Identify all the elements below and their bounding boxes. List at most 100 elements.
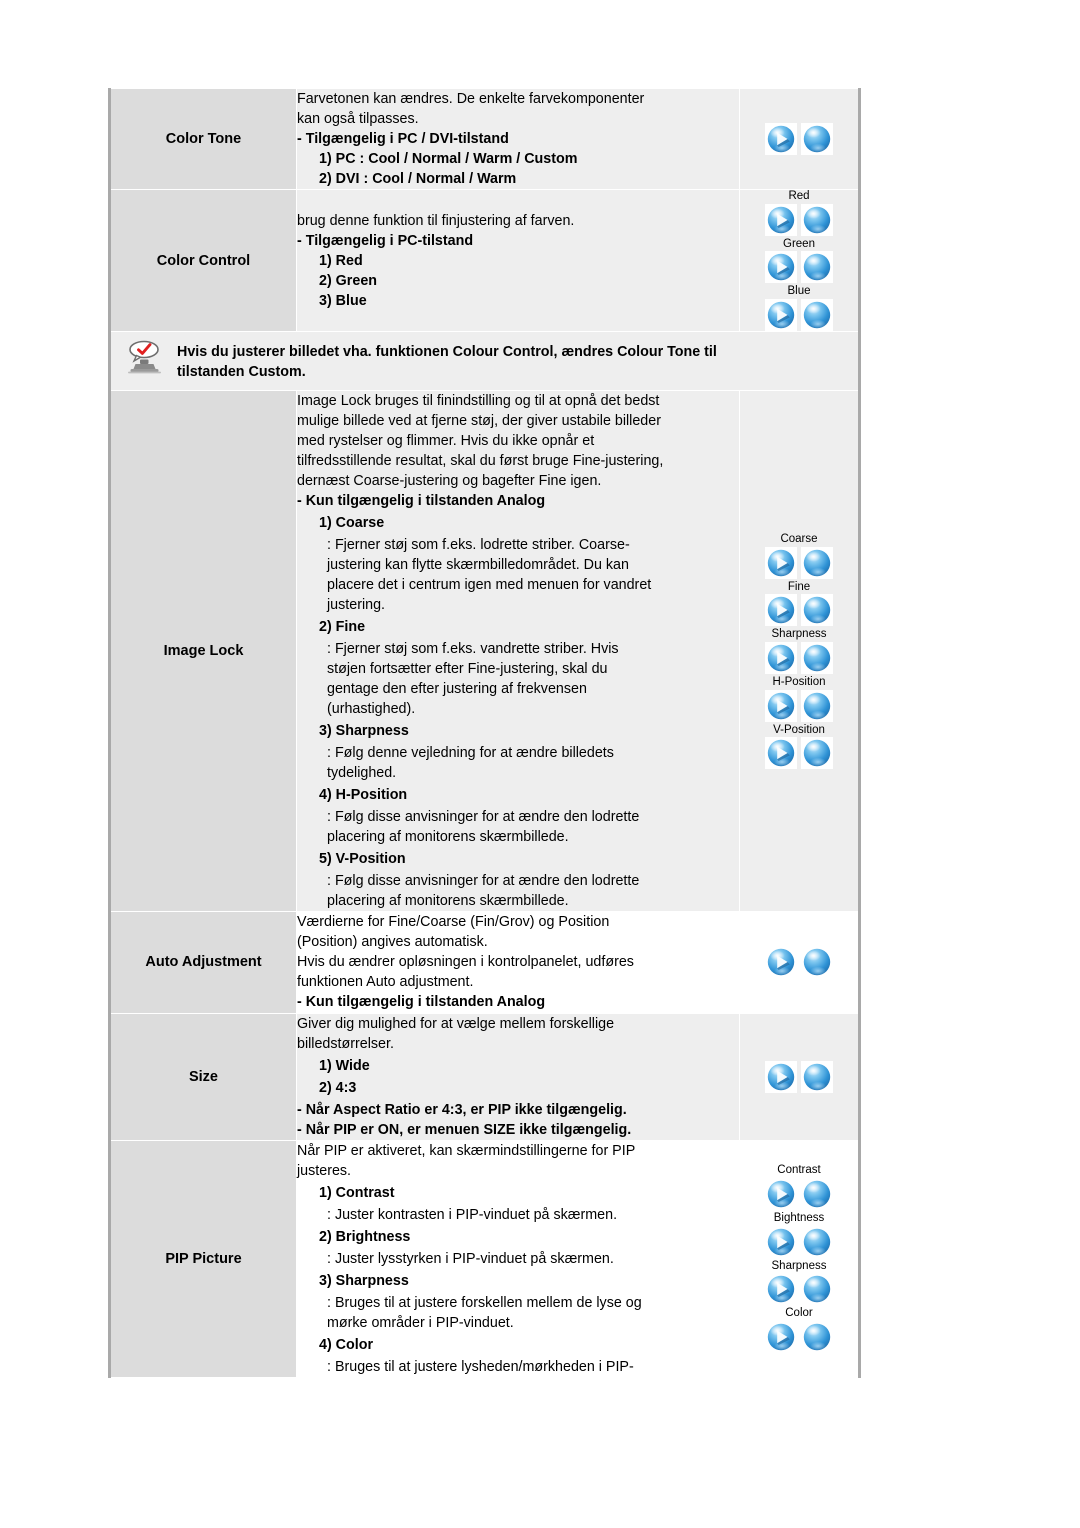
play-sphere-icon[interactable] — [765, 251, 797, 284]
play-sphere-icon[interactable] — [765, 1178, 797, 1211]
plain-sphere-icon[interactable] — [801, 1060, 833, 1093]
plain-sphere-icon[interactable] — [801, 594, 833, 627]
play-sphere-icon[interactable] — [765, 594, 797, 627]
plain-sphere-icon[interactable] — [801, 1225, 833, 1258]
play-sphere-icon[interactable] — [765, 546, 797, 579]
option-detail: tydelighed. — [327, 765, 397, 782]
plain-sphere-icon[interactable] — [801, 203, 833, 236]
plain-sphere-icon[interactable] — [801, 1273, 833, 1306]
option-detail: placering af monitorens skærmbillede. — [327, 829, 569, 846]
text-line: kan også tilpasses. — [297, 111, 419, 128]
note-line-1: Hvis du justerer billedet vha. funktione… — [177, 344, 717, 360]
text-line: (Position) angives automatisk. — [297, 934, 488, 951]
text-line: Hvis du ændrer opløsningen i kontrolpane… — [297, 954, 634, 971]
option-detail: gentage den efter justering af frekvense… — [327, 681, 587, 698]
play-sphere-icon[interactable] — [765, 299, 797, 331]
row-label-image-lock: Image Lock — [109, 390, 297, 913]
icon-caption: Blue — [787, 285, 811, 298]
plain-sphere-icon[interactable] — [801, 642, 833, 675]
note-text: Hvis du justerer billedet vha. funktione… — [177, 340, 717, 382]
option-detail: : Juster lysstyrken i PIP-vinduet på skæ… — [327, 1250, 614, 1267]
icon-group-green: Green — [740, 238, 858, 284]
icon-caption: Sharpness — [771, 628, 827, 641]
row-description-color-control: brug denne funktion til finjustering af … — [296, 189, 740, 332]
plain-sphere-icon[interactable] — [801, 737, 833, 770]
play-sphere-icon[interactable] — [765, 642, 797, 675]
play-sphere-icon[interactable] — [765, 203, 797, 236]
plain-sphere-icon[interactable] — [801, 546, 833, 579]
icon-group-brightness: Bightness — [740, 1212, 858, 1258]
icon-caption: H-Position — [772, 676, 826, 689]
icon-caption: Green — [783, 237, 815, 250]
icon-caption: V-Position — [773, 723, 825, 736]
play-sphere-icon[interactable] — [765, 689, 797, 722]
button-icon-pair — [740, 251, 858, 284]
button-icon-pair — [740, 642, 858, 675]
table-row-image-lock: Image Lock Image Lock bruges til fininds… — [109, 390, 860, 913]
plain-sphere-icon[interactable] — [801, 1320, 833, 1353]
button-icon-pair — [740, 1320, 858, 1353]
text-line: funktionen Auto adjustment. — [297, 974, 474, 991]
table-row-pip-picture: PIP Picture Når PIP er aktiveret, kan sk… — [109, 1139, 860, 1378]
availability-note: - Kun tilgængelig i tilstanden Analog — [297, 493, 546, 510]
row-icons-image-lock: Coarse Fine Sharpness H-Position V-Posit… — [739, 390, 860, 913]
option-detail: : Fjerner støj som f.eks. vandrette stri… — [327, 641, 619, 658]
plain-sphere-icon[interactable] — [801, 689, 833, 722]
row-icons-pip-picture: Contrast Bightness Sharpness Color — [739, 1139, 860, 1378]
plain-sphere-icon[interactable] — [801, 123, 833, 156]
icon-group — [740, 1057, 858, 1097]
icon-group-contrast: Contrast — [740, 1164, 858, 1211]
plain-sphere-icon[interactable] — [801, 1178, 833, 1211]
row-description-color-tone: Farvetonen kan ændres. De enkelte farvek… — [296, 87, 740, 191]
icon-caption: Bightness — [773, 1212, 825, 1225]
option-detail: : Følg denne vejledning for at ændre bil… — [327, 745, 614, 762]
availability-note: - Kun tilgængelig i tilstanden Analog — [297, 994, 546, 1011]
option-detail: mørke områder i PIP-vinduet. — [327, 1314, 514, 1331]
row-icons-color-tone — [739, 87, 860, 191]
text-line: mulige billede ved at fjerne støj, der g… — [297, 413, 661, 430]
text-line: med rystelser og flimmer. Hvis du ikke o… — [297, 433, 595, 450]
option-detail: : Bruges til at justere forskellen melle… — [327, 1294, 642, 1311]
text-line: tilfredsstillende resultat, skal du førs… — [297, 453, 664, 470]
play-sphere-icon[interactable] — [765, 1225, 797, 1258]
text-line: brug denne funktion til finjustering af … — [297, 212, 575, 229]
text-line: Værdierne for Fine/Coarse (Fin/Grov) og … — [297, 914, 610, 931]
option-item: 3) Sharpness — [319, 723, 409, 740]
text-line: billedstørrelser. — [297, 1035, 394, 1052]
play-sphere-icon[interactable] — [765, 946, 797, 979]
option-item: 4) H-Position — [319, 787, 408, 804]
button-icon-pair — [740, 1273, 858, 1306]
option-detail: (urhastighed). — [327, 701, 416, 718]
play-sphere-icon[interactable] — [765, 1060, 797, 1093]
icon-group — [740, 942, 858, 982]
icon-group-v-position: V-Position — [740, 724, 858, 770]
play-sphere-icon[interactable] — [765, 123, 797, 156]
icon-group-red: Red — [740, 190, 858, 236]
availability-note: - Tilgængelig i PC-tilstand — [297, 232, 474, 249]
option-detail: : Fjerner støj som f.eks. lodrette strib… — [327, 537, 630, 554]
option-detail: : Bruges til at justere lysheden/mørkhed… — [327, 1358, 634, 1375]
manual-page: Color Tone Farvetonen kan ændres. De enk… — [0, 0, 1080, 1528]
row-description-pip-picture: Når PIP er aktiveret, kan skærmindstilli… — [296, 1139, 740, 1378]
button-icon-pair — [740, 1225, 858, 1258]
plain-sphere-icon[interactable] — [801, 299, 833, 331]
option-detail: : Følg disse anvisninger for at ændre de… — [327, 873, 640, 890]
icon-group-blue: Blue — [740, 285, 858, 331]
option-item: 2) Brightness — [319, 1228, 411, 1245]
button-icon-pair — [740, 299, 858, 331]
button-icon-pair — [740, 203, 858, 236]
play-sphere-icon[interactable] — [765, 737, 797, 770]
plain-sphere-icon[interactable] — [801, 946, 833, 979]
availability-note: - Når Aspect Ratio er 4:3, er PIP ikke t… — [297, 1101, 627, 1118]
option-item: 1) PC : Cool / Normal / Warm / Custom — [319, 151, 578, 168]
option-item: 3) Blue — [319, 292, 367, 309]
icon-caption: Color — [785, 1307, 813, 1320]
play-sphere-icon[interactable] — [765, 1320, 797, 1353]
play-sphere-icon[interactable] — [765, 1273, 797, 1306]
plain-sphere-icon[interactable] — [801, 251, 833, 284]
icon-caption: Red — [788, 190, 810, 203]
row-icons-color-control: Red Green Blue — [739, 189, 860, 332]
table-row-color-control: Color Control brug denne funktion til fi… — [109, 189, 860, 332]
option-detail: placere det i centrum igen med menuen fo… — [327, 577, 652, 594]
option-item: 2) 4:3 — [319, 1079, 357, 1096]
